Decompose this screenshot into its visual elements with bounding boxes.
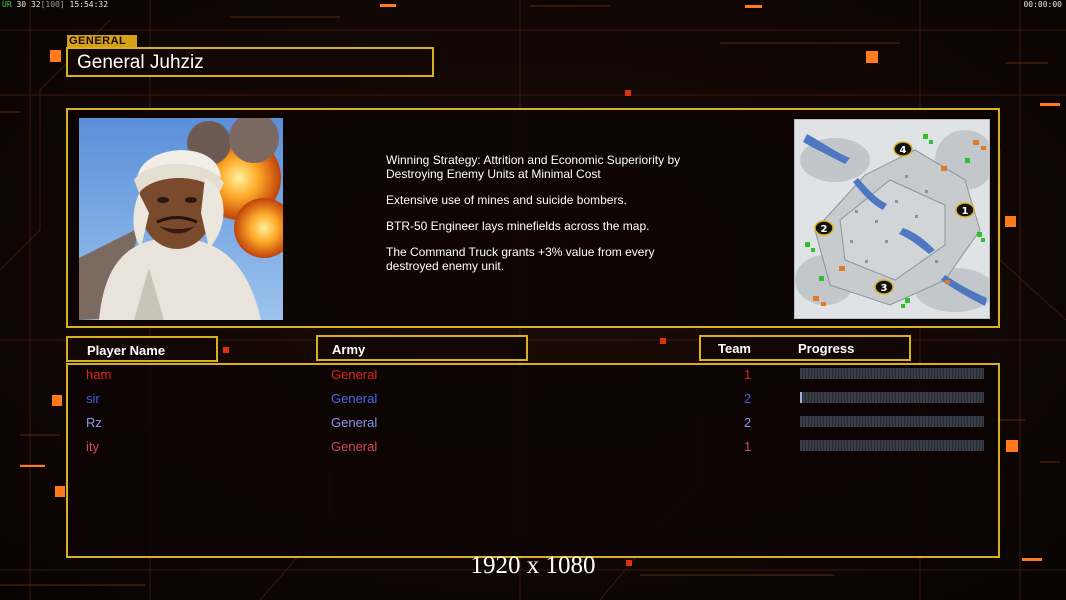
header-progress-label: Progress (798, 341, 855, 356)
start-label-3: 3 (881, 283, 888, 294)
header-team-label: Team (718, 341, 751, 356)
fps-label: ÜR (2, 0, 12, 9)
player-row: sir General 2 (0, 388, 1066, 408)
player-team: 2 (744, 391, 752, 406)
player-progress-fill (800, 392, 802, 403)
map-preview: 4 1 2 3 (794, 119, 990, 319)
game-timer: 00:00:00 (1023, 0, 1062, 9)
header-army: Army (316, 335, 528, 361)
header-player-name: Player Name (66, 336, 218, 362)
start-position-3: 3 (874, 279, 894, 295)
player-team: 1 (744, 439, 752, 454)
player-row: Rz General 2 (0, 412, 1066, 432)
general-tag: GENERAL (67, 35, 137, 47)
player-army: General (331, 367, 378, 382)
general-title-box: General Juhziz (66, 47, 434, 77)
player-progress-bar (800, 392, 984, 403)
header-player-name-label: Player Name (87, 343, 166, 358)
start-position-2: 2 (814, 220, 834, 236)
player-army: General (331, 439, 378, 454)
player-row: ity General 1 (0, 436, 1066, 456)
player-progress-bar (800, 440, 984, 451)
player-team: 1 (744, 367, 752, 382)
winning-strategy: Winning Strategy: Attrition and Economic… (386, 153, 681, 181)
player-progress-bar (800, 416, 984, 427)
fps-cap: [100] (40, 0, 65, 9)
player-progress-bar (800, 368, 984, 379)
player-team: 2 (744, 415, 752, 430)
resolution-label: 1920 x 1080 (470, 552, 596, 579)
start-position-1: 1 (955, 202, 975, 218)
start-position-4: 4 (893, 141, 913, 157)
ability-mines: Extensive use of mines and suicide bombe… (386, 193, 627, 207)
start-label-4: 4 (900, 145, 907, 156)
players-list: ham General 1 sir General 2 Rz General 2… (0, 364, 1066, 464)
player-row: ham General 1 (0, 364, 1066, 384)
player-name: ham (86, 367, 112, 382)
start-label-1: 1 (962, 206, 969, 217)
player-name: Rz (86, 415, 102, 430)
header-team-progress: Team Progress (699, 335, 911, 361)
general-portrait (79, 118, 283, 320)
hud-fps-clock: ÜR 30 32[100] 15:54:32 (2, 0, 108, 9)
header-army-label: Army (332, 342, 366, 357)
start-label-2: 2 (821, 224, 828, 235)
ability-engineer: BTR-50 Engineer lays minefields across t… (386, 219, 650, 233)
player-army: General (331, 391, 378, 406)
fps-value-a: 30 (16, 0, 27, 9)
ability-command-truck: The Command Truck grants +3% value from … (386, 245, 655, 273)
player-name: ity (86, 439, 99, 454)
system-clock: 15:54:32 (69, 0, 109, 9)
general-description: Winning Strategy: Attrition and Economic… (386, 153, 746, 285)
player-army: General (331, 415, 378, 430)
player-name: sir (86, 391, 100, 406)
fps-value-b: 32 (30, 0, 41, 9)
general-name: General Juhziz (77, 52, 204, 73)
